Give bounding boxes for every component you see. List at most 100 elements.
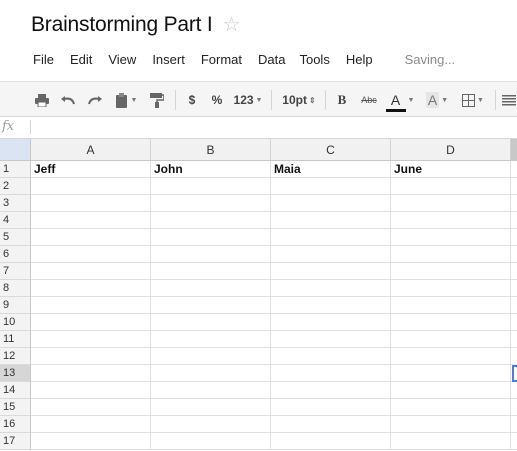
grid-cell[interactable] — [31, 297, 151, 314]
grid-cell[interactable] — [271, 314, 391, 331]
grid-cell[interactable] — [511, 212, 517, 229]
grid-cell[interactable] — [271, 280, 391, 297]
grid-cell[interactable] — [31, 416, 151, 433]
grid-cell[interactable] — [271, 399, 391, 416]
paste-format-icon[interactable]: ▼ — [110, 82, 142, 118]
grid-cell[interactable] — [511, 331, 517, 348]
grid-cell[interactable] — [511, 416, 517, 433]
column-header-e-edge[interactable] — [511, 139, 517, 161]
grid-cell[interactable] — [511, 178, 517, 195]
grid-cell[interactable] — [511, 382, 517, 399]
font-size-select[interactable]: 10pt ⇕ — [280, 82, 318, 118]
grid-cell[interactable] — [391, 263, 511, 280]
document-title[interactable]: Brainstorming Part I — [31, 13, 213, 37]
paint-format-icon[interactable] — [148, 82, 166, 118]
currency-format-button[interactable]: $ — [184, 82, 200, 118]
row-header[interactable]: 16 — [0, 416, 31, 433]
grid-cell[interactable] — [391, 348, 511, 365]
grid-cell[interactable] — [151, 416, 271, 433]
row-header[interactable]: 7 — [0, 263, 31, 280]
grid-cell[interactable] — [31, 246, 151, 263]
grid-cell[interactable] — [271, 212, 391, 229]
grid-cell[interactable] — [271, 297, 391, 314]
grid-cell[interactable] — [151, 229, 271, 246]
grid-cell[interactable] — [511, 399, 517, 416]
grid-cell[interactable] — [151, 212, 271, 229]
row-header[interactable]: 8 — [0, 280, 31, 297]
grid-cell[interactable] — [271, 348, 391, 365]
align-icon[interactable] — [502, 82, 517, 118]
grid-cell[interactable] — [511, 297, 517, 314]
row-header[interactable]: 15 — [0, 399, 31, 416]
column-header-d[interactable]: D — [391, 139, 511, 161]
grid-cell[interactable] — [391, 314, 511, 331]
grid-cell[interactable] — [391, 195, 511, 212]
grid-cell[interactable] — [271, 331, 391, 348]
grid-cell[interactable] — [31, 331, 151, 348]
grid-cell[interactable] — [151, 348, 271, 365]
grid-cell[interactable] — [151, 331, 271, 348]
grid-cell[interactable] — [31, 212, 151, 229]
row-header[interactable]: 9 — [0, 297, 31, 314]
print-icon[interactable] — [33, 82, 51, 118]
grid-cell[interactable] — [391, 399, 511, 416]
menu-file[interactable]: File — [33, 52, 54, 67]
grid-cell[interactable] — [31, 229, 151, 246]
menu-data[interactable]: Data — [258, 52, 285, 67]
text-color-button[interactable]: A ▼ — [383, 82, 417, 118]
percent-format-button[interactable]: % — [209, 82, 225, 118]
grid-cell[interactable] — [391, 433, 511, 450]
grid-cell[interactable] — [511, 195, 517, 212]
menu-help[interactable]: Help — [346, 52, 373, 67]
selected-cell-indicator[interactable] — [512, 365, 517, 382]
grid-cell[interactable] — [271, 246, 391, 263]
grid-cell[interactable]: Maia — [271, 161, 391, 178]
grid-cell[interactable] — [151, 382, 271, 399]
grid-cell[interactable] — [151, 280, 271, 297]
grid-cell[interactable] — [151, 365, 271, 382]
grid-cell[interactable] — [391, 280, 511, 297]
grid-cell[interactable] — [151, 433, 271, 450]
column-header-b[interactable]: B — [151, 139, 271, 161]
grid-cell[interactable] — [391, 212, 511, 229]
grid-cell[interactable] — [151, 263, 271, 280]
grid-cell[interactable] — [391, 331, 511, 348]
grid-cell[interactable] — [31, 348, 151, 365]
grid-cell[interactable] — [391, 297, 511, 314]
grid-cell[interactable] — [31, 195, 151, 212]
grid-cell[interactable] — [271, 382, 391, 399]
grid-cell[interactable] — [271, 433, 391, 450]
row-header[interactable]: 10 — [0, 314, 31, 331]
grid-cell[interactable] — [31, 382, 151, 399]
menu-tools[interactable]: Tools — [299, 52, 329, 67]
grid-cell[interactable] — [511, 246, 517, 263]
borders-button[interactable]: ▼ — [456, 82, 490, 118]
select-all-corner[interactable] — [0, 139, 31, 161]
row-header[interactable]: 5 — [0, 229, 31, 246]
grid-cell[interactable] — [151, 178, 271, 195]
row-header[interactable]: 1 — [0, 161, 31, 178]
grid-cell[interactable] — [511, 280, 517, 297]
grid-cell[interactable] — [31, 433, 151, 450]
row-header[interactable]: 17 — [0, 433, 31, 450]
grid-cell[interactable] — [271, 229, 391, 246]
row-header[interactable]: 14 — [0, 382, 31, 399]
grid-cell[interactable] — [151, 195, 271, 212]
menu-edit[interactable]: Edit — [70, 52, 92, 67]
grid-cell[interactable] — [31, 263, 151, 280]
grid-cell[interactable] — [511, 433, 517, 450]
grid-cell[interactable] — [31, 314, 151, 331]
grid-cell[interactable] — [151, 297, 271, 314]
grid-cell[interactable] — [511, 229, 517, 246]
column-header-c[interactable]: C — [271, 139, 391, 161]
row-header[interactable]: 12 — [0, 348, 31, 365]
grid-cell[interactable]: June — [391, 161, 511, 178]
grid-cell[interactable] — [271, 263, 391, 280]
grid-cell[interactable] — [151, 399, 271, 416]
grid-cell[interactable] — [511, 161, 517, 178]
number-format-button[interactable]: 123 ▼ — [232, 82, 264, 118]
star-icon[interactable]: ☆ — [223, 12, 241, 37]
grid-cell[interactable] — [511, 314, 517, 331]
grid-cell[interactable] — [151, 246, 271, 263]
row-header[interactable]: 11 — [0, 331, 31, 348]
